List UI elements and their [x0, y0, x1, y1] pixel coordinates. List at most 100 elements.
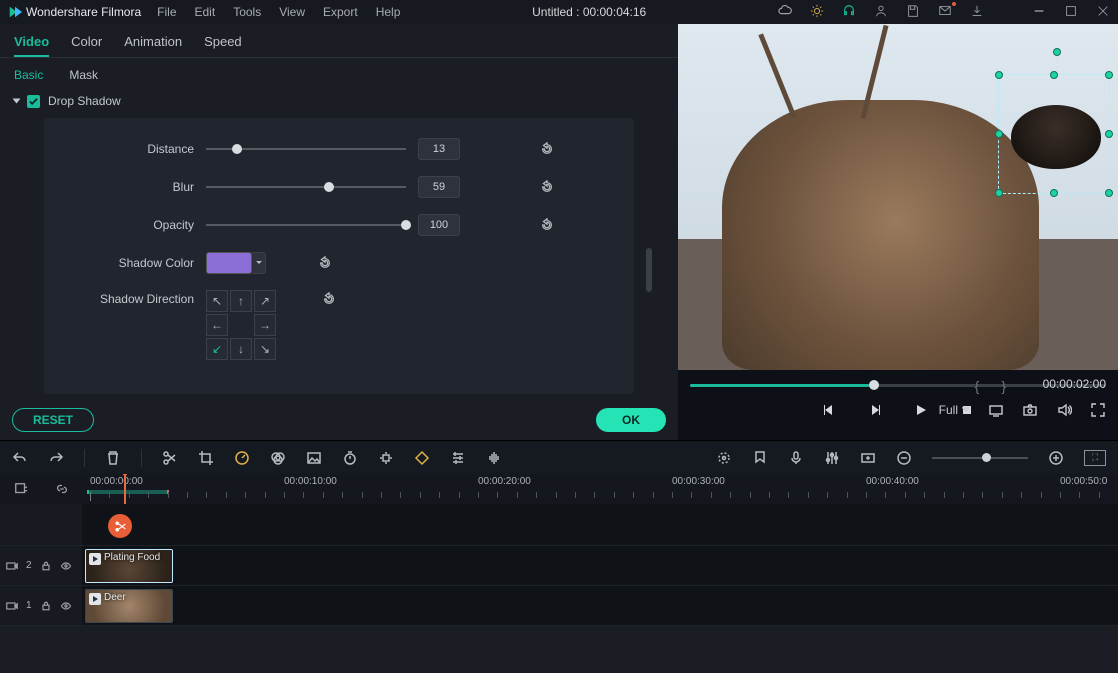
blur-slider[interactable]: [206, 180, 406, 194]
zoom-fit-button[interactable]: ⛶: [1084, 450, 1106, 466]
next-frame-button[interactable]: [867, 402, 883, 418]
account-icon[interactable]: [874, 4, 888, 21]
audio-mixer-icon[interactable]: [824, 450, 840, 466]
pip-handle-nw[interactable]: [995, 71, 1003, 79]
menu-view[interactable]: View: [279, 5, 305, 19]
direction-s[interactable]: ↓: [230, 338, 252, 360]
pip-rotate-handle[interactable]: [1053, 48, 1061, 56]
menu-tools[interactable]: Tools: [233, 5, 261, 19]
tab-speed[interactable]: Speed: [204, 34, 242, 57]
menu-help[interactable]: Help: [376, 5, 401, 19]
preview-quality-icon[interactable]: [988, 402, 1004, 418]
audio-wave-icon[interactable]: [486, 450, 502, 466]
ok-button[interactable]: OK: [596, 408, 666, 432]
mark-out-icon[interactable]: }: [1001, 378, 1006, 394]
menu-edit[interactable]: Edit: [195, 5, 216, 19]
pip-handle-w[interactable]: [995, 130, 1003, 138]
volume-icon[interactable]: [1056, 402, 1072, 418]
timeline-ruler[interactable]: 00:00:00:00 00:00:10:00 00:00:20:00 00:0…: [82, 474, 1118, 504]
menu-export[interactable]: Export: [323, 5, 358, 19]
voiceover-icon[interactable]: [788, 450, 804, 466]
track-visibility-icon[interactable]: [60, 600, 72, 612]
direction-sw[interactable]: ↙: [206, 338, 228, 360]
duration-icon[interactable]: [342, 450, 358, 466]
blur-reset-icon[interactable]: [540, 180, 554, 194]
properties-scrollbar[interactable]: [646, 248, 652, 292]
tab-color[interactable]: Color: [71, 34, 102, 57]
marker-icon[interactable]: [752, 450, 768, 466]
pip-handle-se[interactable]: [1105, 189, 1113, 197]
download-icon[interactable]: [970, 4, 984, 21]
track-visibility-icon[interactable]: [60, 560, 72, 572]
preview-canvas[interactable]: [678, 24, 1118, 370]
close-button[interactable]: [1096, 4, 1110, 21]
distance-slider[interactable]: [206, 142, 406, 156]
color-correction-icon[interactable]: [270, 450, 286, 466]
tips-icon[interactable]: [810, 4, 824, 21]
direction-se[interactable]: ↘: [254, 338, 276, 360]
keyframe-icon[interactable]: [414, 450, 430, 466]
pip-handle-s[interactable]: [1050, 189, 1058, 197]
opacity-reset-icon[interactable]: [540, 218, 554, 232]
zoom-slider[interactable]: [932, 453, 1028, 463]
motion-tracking-icon[interactable]: [378, 450, 394, 466]
save-icon[interactable]: [906, 4, 920, 21]
pip-handle-ne[interactable]: [1105, 71, 1113, 79]
zoom-in-icon[interactable]: [1048, 450, 1064, 466]
pip-selection-box[interactable]: [998, 74, 1110, 194]
render-icon[interactable]: [860, 450, 876, 466]
tab-video[interactable]: Video: [14, 34, 49, 57]
shadow-color-swatch[interactable]: [206, 252, 252, 274]
blur-value[interactable]: 59: [418, 176, 460, 198]
green-screen-icon[interactable]: [306, 450, 322, 466]
pip-handle-e[interactable]: [1105, 130, 1113, 138]
subtab-basic[interactable]: Basic: [14, 68, 43, 82]
shadow-color-dropdown[interactable]: [252, 252, 266, 274]
mark-in-icon[interactable]: {: [975, 378, 980, 394]
direction-nw[interactable]: ↖: [206, 290, 228, 312]
subtab-mask[interactable]: Mask: [69, 68, 98, 82]
tab-animation[interactable]: Animation: [124, 34, 182, 57]
opacity-value[interactable]: 100: [418, 214, 460, 236]
direction-w[interactable]: ←: [206, 314, 228, 336]
track-add-icon[interactable]: [14, 482, 28, 496]
zoom-out-icon[interactable]: [896, 450, 912, 466]
opacity-slider[interactable]: [206, 218, 406, 232]
pip-handle-n[interactable]: [1050, 71, 1058, 79]
direction-n[interactable]: ↑: [230, 290, 252, 312]
message-icon[interactable]: [938, 4, 952, 21]
preview-fit-dropdown[interactable]: Full: [939, 403, 970, 417]
distance-reset-icon[interactable]: [540, 142, 554, 156]
undo-icon[interactable]: [12, 450, 28, 466]
direction-ne[interactable]: ↗: [254, 290, 276, 312]
track-lock-icon[interactable]: [40, 560, 52, 572]
reset-button[interactable]: RESET: [12, 408, 94, 432]
shadow-direction-reset-icon[interactable]: [322, 292, 336, 306]
play-button[interactable]: [913, 402, 929, 418]
adjust-icon[interactable]: [450, 450, 466, 466]
distance-value[interactable]: 13: [418, 138, 460, 160]
clip-deer[interactable]: Deer: [85, 589, 173, 623]
track-link-icon[interactable]: [55, 482, 69, 496]
mix-icon[interactable]: [716, 450, 732, 466]
split-marker-icon[interactable]: [108, 514, 132, 538]
drop-shadow-checkbox[interactable]: [27, 95, 40, 108]
preview-scrubber[interactable]: { } 00:00:02:00: [690, 378, 1106, 392]
redo-icon[interactable]: [48, 450, 64, 466]
snapshot-icon[interactable]: [1022, 402, 1038, 418]
crop-icon[interactable]: [198, 450, 214, 466]
speed-icon[interactable]: [234, 450, 250, 466]
collapse-caret-icon[interactable]: [13, 99, 21, 104]
pip-handle-sw[interactable]: [995, 189, 1003, 197]
prev-frame-button[interactable]: [821, 402, 837, 418]
cloud-icon[interactable]: [778, 4, 792, 21]
drop-shadow-section-header[interactable]: Drop Shadow: [14, 88, 664, 118]
expand-preview-icon[interactable]: [1090, 402, 1106, 418]
shadow-color-reset-icon[interactable]: [318, 256, 332, 270]
delete-icon[interactable]: [105, 450, 121, 466]
headset-icon[interactable]: [842, 4, 856, 21]
direction-e[interactable]: →: [254, 314, 276, 336]
menu-file[interactable]: File: [157, 5, 176, 19]
minimize-button[interactable]: [1032, 4, 1046, 21]
track-lock-icon[interactable]: [40, 600, 52, 612]
